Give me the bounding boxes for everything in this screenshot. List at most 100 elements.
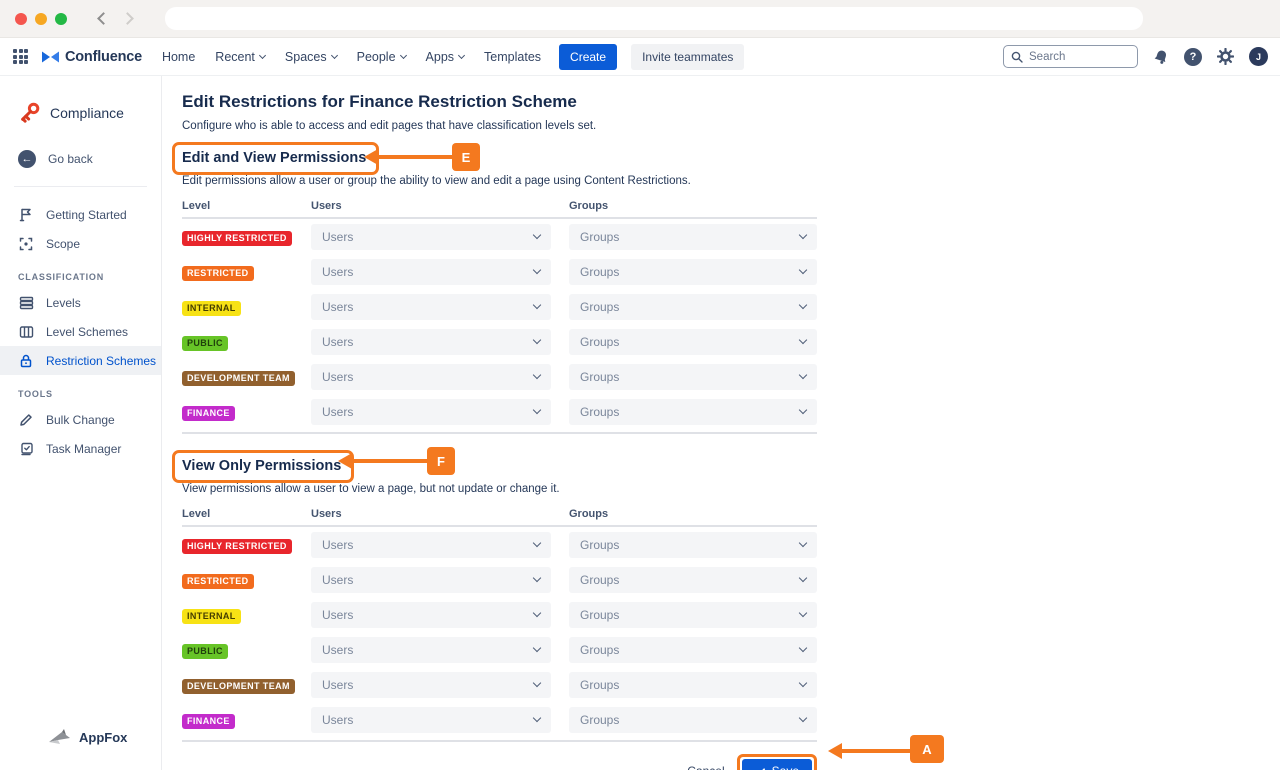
check-icon [755,766,766,770]
users-dropdown[interactable]: Users [311,567,551,593]
save-button[interactable]: Save [742,759,812,770]
chevron-down-icon [533,644,541,652]
permission-row: RESTRICTEDUsersGroups [182,254,817,289]
users-dropdown[interactable]: Users [311,294,551,320]
sidebar-item-scope[interactable]: Scope [0,229,161,258]
annotation-line-f [350,459,427,463]
scope-target-icon [18,236,34,252]
groups-dropdown[interactable]: Groups [569,532,817,558]
help-icon[interactable]: ? [1184,48,1202,66]
app-switcher-icon[interactable] [13,49,28,64]
sidebar-item-levels[interactable]: Levels [0,288,161,317]
level-badge: FINANCE [182,714,235,729]
groups-dropdown[interactable]: Groups [569,294,817,320]
users-dropdown[interactable]: Users [311,399,551,425]
close-window-button[interactable] [15,13,27,25]
users-dropdown[interactable]: Users [311,672,551,698]
chevron-down-icon [533,336,541,344]
minimize-window-button[interactable] [35,13,47,25]
chevron-down-icon [799,231,807,239]
level-badge: HIGHLY RESTRICTED [182,539,292,554]
create-button[interactable]: Create [559,44,617,70]
nav-item-templates[interactable]: Templates [484,50,541,64]
nav-item-apps[interactable]: Apps [426,50,465,64]
groups-dropdown[interactable]: Groups [569,672,817,698]
window-controls [15,13,67,25]
chevron-down-icon [799,679,807,687]
view-section-title: View Only Permissions [182,458,341,474]
users-dropdown[interactable]: Users [311,707,551,733]
task-check-icon [18,441,34,457]
table-bottom-divider [182,740,817,742]
level-schemes-columns-icon [18,324,34,340]
chevron-down-icon [799,406,807,414]
chevron-down-icon [799,301,807,309]
search-icon [1011,51,1023,63]
search-input[interactable] [1029,51,1129,63]
address-bar[interactable] [165,7,1143,30]
sidebar: Compliance ← Go back Getting Started Sco… [0,76,162,770]
groups-dropdown[interactable]: Groups [569,329,817,355]
sidebar-item-task-manager[interactable]: Task Manager [0,434,161,463]
users-dropdown[interactable]: Users [311,602,551,628]
sidebar-item-level-schemes[interactable]: Level Schemes [0,317,161,346]
confluence-logo-text: Confluence [65,49,142,65]
groups-dropdown[interactable]: Groups [569,364,817,390]
users-dropdown[interactable]: Users [311,637,551,663]
permission-row: HIGHLY RESTRICTED Users Groups [182,527,817,562]
chevron-down-icon [533,679,541,687]
nav-item-people[interactable]: People [357,50,406,64]
maximize-window-button[interactable] [55,13,67,25]
compliance-app-brand: Compliance [0,100,161,126]
groups-dropdown[interactable]: Groups [569,602,817,628]
level-badge: INTERNAL [182,301,241,316]
key-icon [16,100,42,126]
groups-dropdown[interactable]: Groups [569,637,817,663]
sidebar-section-classification: CLASSIFICATION [0,272,161,282]
notifications-bell-icon[interactable] [1153,49,1169,65]
level-badge: DEVELOPMENT TEAM [182,371,295,386]
groups-dropdown[interactable]: Groups [569,567,817,593]
browser-back-button[interactable] [95,11,111,27]
groups-dropdown[interactable]: Groups [569,259,817,285]
appfox-fox-icon [48,729,72,746]
groups-dropdown[interactable]: Groups [569,399,817,425]
chevron-down-icon [533,301,541,309]
chevron-down-icon [259,51,266,58]
confluence-logo-icon [42,50,59,64]
browser-forward-button[interactable] [121,11,137,27]
go-back-button[interactable]: ← Go back [0,144,161,173]
confluence-logo[interactable]: Confluence [42,49,142,65]
users-dropdown[interactable]: Users [311,259,551,285]
sidebar-item-getting-started[interactable]: Getting Started [0,200,161,229]
nav-item-spaces[interactable]: Spaces [285,50,337,64]
sidebar-item-restriction-schemes[interactable]: Restriction Schemes [0,346,161,375]
page-subtitle: Configure who is able to access and edit… [182,120,822,132]
annotation-label-f: F [427,447,455,475]
permission-row: FINANCEUsersGroups [182,394,817,429]
settings-gear-icon[interactable] [1217,48,1234,65]
appfox-brand: AppFox [48,729,127,746]
view-section-description: View permissions allow a user to view a … [182,483,822,495]
groups-dropdown[interactable]: Groups [569,224,817,250]
edit-section-description: Edit permissions allow a user or group t… [182,175,822,187]
user-avatar[interactable]: J [1249,47,1268,66]
table-bottom-divider [182,432,817,434]
users-dropdown[interactable]: Users [311,532,551,558]
users-dropdown[interactable]: Users [311,364,551,390]
nav-item-home[interactable]: Home [162,50,195,64]
groups-dropdown[interactable]: Groups [569,707,817,733]
cancel-button[interactable]: Cancel [687,764,724,770]
users-dropdown[interactable]: Users [311,329,551,355]
nav-item-recent[interactable]: Recent [215,50,265,64]
permission-row: DEVELOPMENT TEAM Users Groups [182,359,817,394]
nav-menu: Home Recent Spaces People Apps Templates [162,50,541,64]
invite-teammates-button[interactable]: Invite teammates [631,44,744,70]
chevron-down-icon [799,714,807,722]
chevron-down-icon [533,406,541,414]
users-dropdown[interactable]: Users [311,224,551,250]
sidebar-section-tools: TOOLS [0,389,161,399]
search-box[interactable] [1003,45,1138,68]
sidebar-item-bulk-change[interactable]: Bulk Change [0,405,161,434]
chevron-down-icon [799,644,807,652]
